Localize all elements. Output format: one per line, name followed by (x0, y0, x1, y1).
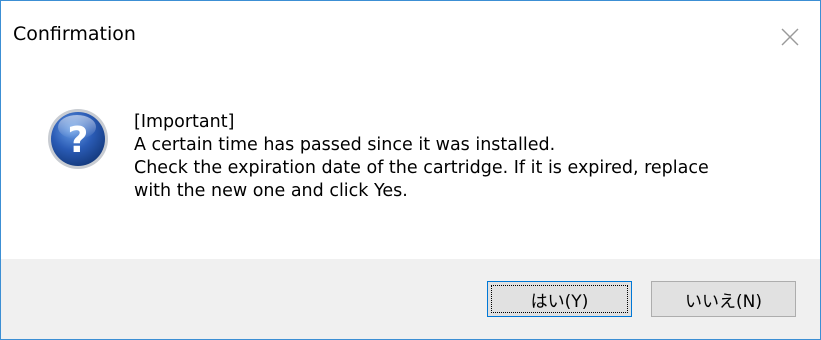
no-button-label: いいえ(N) (685, 291, 762, 312)
svg-text:?: ? (68, 120, 89, 161)
close-icon (781, 28, 799, 46)
no-button[interactable]: いいえ(N) (651, 281, 796, 317)
title-bar[interactable]: Confirmation (1, 1, 820, 79)
message-line: Check the expiration date of the cartrid… (134, 158, 709, 178)
yes-button[interactable]: はい(Y) (487, 281, 632, 317)
dialog-content: ? [Important] A certain time has passed … (1, 79, 820, 259)
close-button[interactable] (774, 21, 806, 53)
message-text: [Important] A certain time has passed si… (134, 111, 794, 203)
message-line: [Important] (134, 112, 235, 132)
confirmation-dialog: Confirmation ? [Important] A certain tim… (0, 0, 821, 340)
message-line: A certain time has passed since it was i… (134, 135, 556, 155)
message-line: with the new one and click Yes. (134, 181, 408, 201)
yes-button-label: はい(Y) (530, 291, 589, 312)
button-bar: はい(Y) いいえ(N) (1, 259, 820, 339)
question-icon: ? (46, 107, 110, 171)
window-title: Confirmation (13, 23, 136, 45)
